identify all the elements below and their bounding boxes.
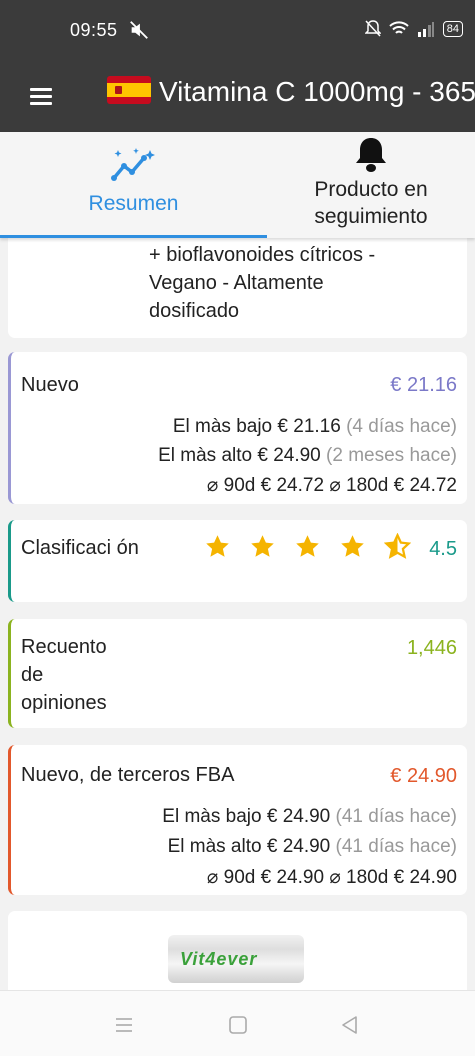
new-average-row: ⌀ 90d € 24.72 ⌀ 180d € 24.72 xyxy=(207,474,457,497)
back-icon[interactable] xyxy=(338,1013,362,1037)
bell-icon xyxy=(356,138,386,172)
status-icons: 84 xyxy=(364,20,463,38)
silent-bell-icon xyxy=(364,20,381,37)
highest-value: € 24.90 xyxy=(266,836,331,857)
status-time: 09:55 xyxy=(70,20,118,40)
page-title: Vitamina C 1000mg - 365 xyxy=(159,76,475,107)
star-half-icon xyxy=(384,533,411,559)
avg180-label: ⌀ 180d xyxy=(329,867,389,888)
avg90-value: € 24.90 xyxy=(260,867,325,888)
highest-when: (41 días hace) xyxy=(335,836,457,857)
avg90-value: € 24.72 xyxy=(260,475,325,496)
new-price-value: € 21.16 xyxy=(390,374,457,396)
analytics-sparkle-icon xyxy=(110,148,155,181)
fba-average-row: ⌀ 90d € 24.90 ⌀ 180d € 24.90 xyxy=(207,866,457,889)
highest-label: El màs alto xyxy=(158,445,253,466)
lowest-when: (4 días hace) xyxy=(346,416,457,437)
star-full-icon xyxy=(296,535,319,557)
fba-price-value: € 24.90 xyxy=(390,765,457,787)
highest-value: € 24.90 xyxy=(257,445,321,466)
status-bar: 09:55 84 xyxy=(0,0,475,62)
new-lowest-row: El màs bajo € 21.16 (4 días hace) xyxy=(173,416,457,438)
avg180-value: € 24.72 xyxy=(393,475,457,496)
rating-card[interactable]: Clasificaci ón 4.5 xyxy=(8,520,467,602)
highest-label: El màs alto xyxy=(167,836,262,857)
rating-label: Clasificaci ón xyxy=(21,537,139,559)
lowest-label: El màs bajo xyxy=(172,416,273,437)
reviews-label: Recuento de opiniones xyxy=(21,636,107,714)
reviews-value: 1,446 xyxy=(406,637,457,659)
lowest-when: (41 días hace) xyxy=(335,806,457,827)
signal-icon xyxy=(417,22,434,37)
star-full-icon xyxy=(341,535,364,557)
rating-stars xyxy=(204,533,411,560)
recents-icon[interactable] xyxy=(112,1013,136,1037)
fba-label: Nuevo, de terceros FBA xyxy=(21,764,235,786)
tab-tracking-label: Producto en seguimiento xyxy=(314,178,428,228)
system-nav-bar xyxy=(0,990,475,1056)
description-card: + bioflavonoides cítricos - Vegano - Alt… xyxy=(8,238,467,338)
spain-flag-icon xyxy=(107,76,151,104)
rating-value: 4.5 xyxy=(429,538,457,560)
product-image-card[interactable]: Vit4ever xyxy=(8,911,467,990)
star-full-icon xyxy=(206,535,229,557)
mute-icon xyxy=(130,21,148,39)
avg90-label: ⌀ 90d xyxy=(206,867,256,888)
fba-price-card[interactable]: Nuevo, de terceros FBA € 24.90 El màs ba… xyxy=(8,745,467,895)
avg90-label: ⌀ 90d xyxy=(206,475,256,496)
wifi-icon xyxy=(389,21,409,34)
new-price-card[interactable]: Nuevo € 21.16 El màs bajo € 21.16 (4 día… xyxy=(8,352,467,504)
lowest-value: € 21.16 xyxy=(277,416,341,437)
home-icon[interactable] xyxy=(226,1013,250,1037)
tab-bar: Resumen Producto en seguimiento xyxy=(0,132,475,238)
new-highest-row: El màs alto € 24.90 (2 meses hace) xyxy=(158,445,457,467)
new-price-label: Nuevo xyxy=(21,374,79,396)
tab-summary-label: Resumen xyxy=(88,192,179,215)
product-image[interactable]: Vit4ever xyxy=(168,935,304,983)
summary-content[interactable]: + bioflavonoides cítricos - Vegano - Alt… xyxy=(0,238,475,990)
fba-lowest-row: El màs bajo € 24.90 (41 días hace) xyxy=(162,806,457,828)
reviews-card[interactable]: Recuento de opiniones 1,446 xyxy=(8,619,467,728)
avg180-label: ⌀ 180d xyxy=(329,475,389,496)
lowest-label: El màs bajo xyxy=(162,806,262,827)
fba-highest-row: El màs alto € 24.90 (41 días hace) xyxy=(168,836,457,858)
highest-when: (2 meses hace) xyxy=(326,445,457,466)
lowest-value: € 24.90 xyxy=(266,806,331,827)
tab-summary[interactable]: Resumen xyxy=(0,132,267,238)
star-full-icon xyxy=(251,535,274,557)
battery-indicator: 84 xyxy=(442,21,463,37)
tab-tracking[interactable]: Producto en seguimiento xyxy=(267,132,475,238)
menu-button[interactable] xyxy=(26,82,56,112)
avg180-value: € 24.90 xyxy=(393,867,457,888)
app-bar: Vitamina C 1000mg - 365 xyxy=(0,62,475,132)
product-description: + bioflavonoides cítricos - Vegano - Alt… xyxy=(149,244,376,322)
product-brand-logo: Vit4ever xyxy=(180,949,258,969)
